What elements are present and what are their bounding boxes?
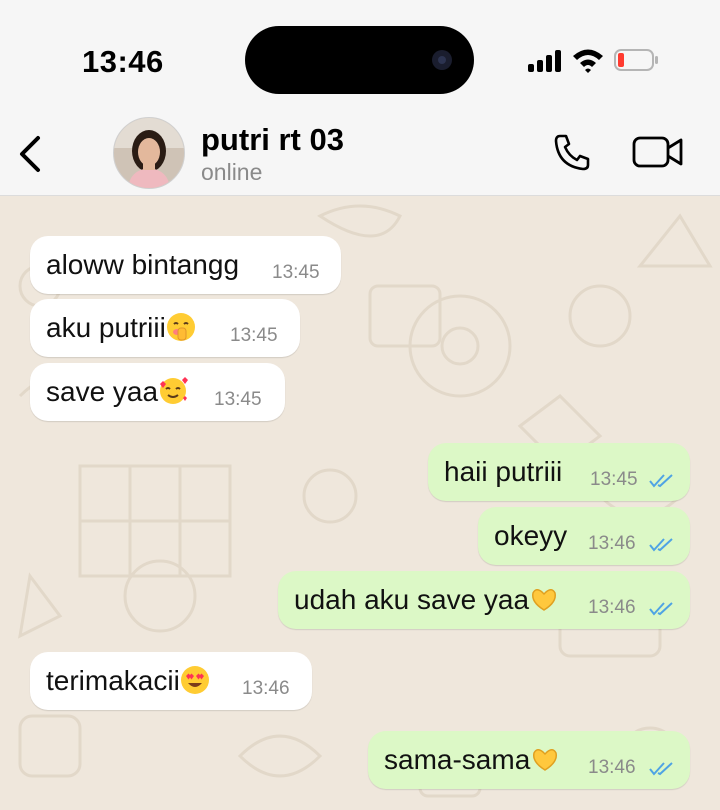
read-receipt-icon [649, 538, 673, 552]
message-time: 13:45 [230, 325, 278, 346]
message-text: aloww bintangg [46, 249, 240, 280]
status-bar: 13:46 [0, 0, 720, 112]
message-text: aku putriii [46, 312, 166, 343]
message-text: sama-sama [384, 744, 531, 775]
contact-status: online [201, 159, 263, 185]
chat-header: putri rt 03 online [0, 112, 720, 196]
status-time: 13:46 [82, 44, 164, 79]
message-bubble-outgoing[interactable]: sama-sama 13:46 [368, 731, 690, 789]
message-text: okeyy [494, 520, 568, 551]
read-receipt-icon [649, 602, 673, 616]
wifi-icon [573, 49, 603, 73]
contact-name[interactable]: putri rt 03 [201, 122, 344, 158]
battery-low-icon [614, 49, 658, 71]
message-bubble-incoming[interactable]: aloww bintangg 13:45 [30, 236, 341, 294]
message-bubble-outgoing[interactable]: haii putriii 13:45 [428, 443, 690, 501]
shushing-face-emoji [166, 313, 195, 341]
back-chevron-icon[interactable] [14, 134, 48, 174]
video-call-icon[interactable] [632, 134, 684, 170]
message-bubble-incoming[interactable]: terimakacii 13:46 [30, 652, 312, 710]
contact-avatar[interactable] [113, 117, 185, 189]
message-time: 13:45 [214, 389, 262, 410]
read-receipt-icon [649, 474, 673, 488]
cellular-signal-icon [528, 50, 564, 72]
read-receipt-icon [649, 762, 673, 776]
chat-area[interactable]: aloww bintangg 13:45 aku putriii 13:45 s… [0, 196, 720, 810]
heart-hands-emoji [533, 749, 558, 771]
smiling-face-with-hearts-emoji [160, 377, 189, 404]
message-time: 13:46 [588, 597, 636, 618]
message-bubble-outgoing[interactable]: udah aku save yaa 13:46 [278, 571, 690, 629]
message-text: haii putriii [444, 456, 563, 487]
message-time: 13:46 [242, 678, 290, 699]
message-bubble-incoming[interactable]: save yaa 13:45 [30, 363, 285, 421]
heart-eyes-emoji [180, 666, 209, 694]
dynamic-island [245, 26, 474, 94]
message-time: 13:46 [588, 533, 636, 554]
message-text: save yaa [46, 376, 159, 407]
message-time: 13:45 [272, 262, 320, 283]
message-bubble-incoming[interactable]: aku putriii 13:45 [30, 299, 300, 357]
message-text: udah aku save yaa [294, 584, 530, 615]
message-text: terimakacii [46, 665, 180, 696]
message-time: 13:46 [588, 757, 636, 778]
heart-hands-emoji [532, 589, 557, 611]
message-bubble-outgoing[interactable]: okeyy 13:46 [478, 507, 690, 565]
message-time: 13:45 [590, 469, 638, 490]
phone-call-icon[interactable] [552, 132, 592, 172]
